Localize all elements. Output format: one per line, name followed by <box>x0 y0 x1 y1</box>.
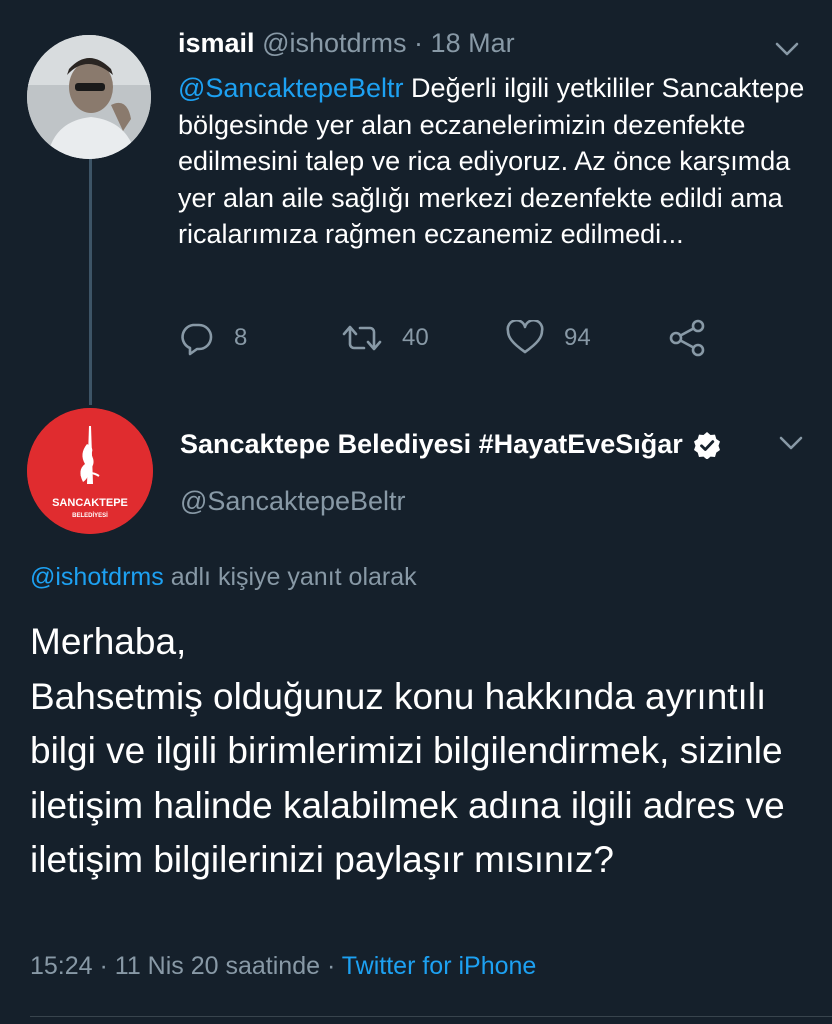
tweet2-handle[interactable]: @SancaktepeBeltr <box>180 486 406 517</box>
chevron-down-icon[interactable] <box>772 34 802 64</box>
tweet1-handle[interactable]: @ishotdrms <box>262 28 406 58</box>
tweet1-mention[interactable]: @SancaktepeBeltr <box>178 73 404 103</box>
tweet1-date[interactable]: 18 Mar <box>431 28 515 58</box>
logo-text-line1: SANCAKTEPE <box>52 497 128 509</box>
share-button[interactable] <box>668 318 708 358</box>
heart-icon <box>506 320 544 354</box>
tweet2-text: Merhaba, Bahsetmiş olduğunuz konu hakkın… <box>30 621 785 880</box>
thread-connector-line <box>89 155 92 405</box>
tweet1-text: @SancaktepeBeltr Değerli ilgili yetkilil… <box>178 70 808 253</box>
reply-to-suffix: adlı kişiye yanıt olarak <box>163 563 417 591</box>
tweet2-source-link[interactable]: Twitter for iPhone <box>342 952 537 980</box>
retweet-count: 40 <box>402 324 429 351</box>
bottom-divider <box>30 1016 832 1017</box>
reply-button[interactable]: 8 <box>178 318 247 358</box>
retweet-icon <box>342 325 382 351</box>
tweet1-separator: · <box>414 28 424 58</box>
tweet2-display-name-row: Sancaktepe Belediyesi #HayatEveSığar <box>180 429 721 460</box>
like-count: 94 <box>564 324 591 351</box>
chevron-down-icon[interactable] <box>776 428 806 458</box>
reply-icon <box>181 323 213 356</box>
meta-separator-2: · <box>320 952 342 980</box>
avatar-ismail[interactable] <box>27 35 151 159</box>
reply-context: @ishotdrms adlı kişiye yanıt olarak <box>30 563 417 592</box>
meta-separator-1: · <box>92 952 115 980</box>
tweet1-display-name[interactable]: ismail <box>178 28 255 58</box>
reply-count: 8 <box>234 324 248 351</box>
tweet2-time[interactable]: 15:24 <box>30 952 93 980</box>
reply-to-handle[interactable]: @ishotdrms <box>30 563 164 591</box>
tweet1-header: ismail @ishotdrms · 18 Mar <box>178 28 515 59</box>
sancaktepe-logo-icon: SANCAKTEPE BELEDİYESİ <box>27 408 153 534</box>
avatar-sancaktepe-belediyesi[interactable]: SANCAKTEPE BELEDİYESİ <box>27 408 153 534</box>
like-button[interactable]: 94 <box>506 318 591 358</box>
tweet2-date[interactable]: 11 Nis 20 saatinde <box>115 952 320 980</box>
avatar-ismail-photo <box>27 35 151 159</box>
logo-text-line2: BELEDİYESİ <box>72 512 108 519</box>
tweet2-meta: 15:24 · 11 Nis 20 saatinde · Twitter for… <box>30 952 536 981</box>
tweet2-display-name[interactable]: Sancaktepe Belediyesi #HayatEveSığar <box>180 429 683 460</box>
retweet-button[interactable]: 40 <box>342 318 429 358</box>
share-icon <box>669 319 705 357</box>
tweet1-action-bar: 8 40 94 <box>178 318 738 358</box>
verified-badge-icon <box>693 431 720 459</box>
